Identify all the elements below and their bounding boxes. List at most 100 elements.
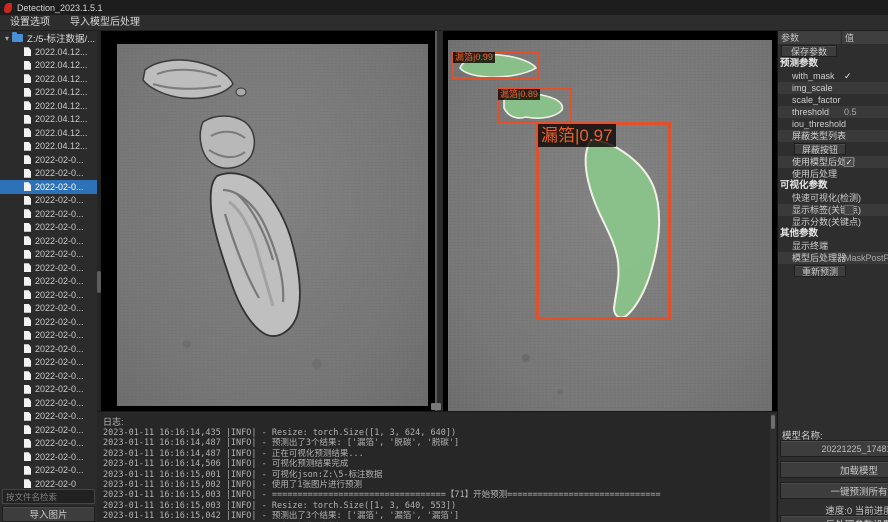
menu-import-model-postprocess[interactable]: 导入模型后处理 — [60, 15, 150, 31]
tree-item[interactable]: 2022-02-0... — [0, 288, 97, 302]
param-button-row: 屏蔽按钮 — [778, 142, 888, 156]
tree-item[interactable]: 2022-02-0... — [0, 437, 97, 451]
file-icon — [24, 385, 31, 394]
tree-item[interactable]: 2022.04.12... — [0, 140, 97, 154]
import-image-button[interactable]: 导入图片 — [2, 506, 95, 522]
tree-item[interactable]: 2022-02-0... — [0, 329, 97, 343]
model-name-field[interactable]: 20221225_174813 — [780, 440, 888, 457]
file-icon — [24, 250, 31, 259]
log-line: 2023-01-11 16:16:14,435 |INFO| - Resize:… — [103, 428, 767, 438]
param-section-header: 预测参数 — [778, 58, 888, 70]
tree-item[interactable]: 2022-02-0... — [0, 275, 97, 289]
tree-item-label: 2022-02-0... — [35, 182, 84, 192]
tree-item[interactable]: 2022-02-0... — [0, 153, 97, 167]
tree-item[interactable]: 2022-02-0... — [0, 383, 97, 397]
search-input[interactable] — [2, 489, 95, 504]
file-icon — [24, 304, 31, 313]
param-row[interactable]: 使用后处理 — [778, 168, 888, 180]
tree-item-label: 2022-02-0... — [35, 155, 84, 165]
param-button[interactable]: 重新预测 — [794, 265, 846, 277]
tree-item[interactable]: 2022-02-0... — [0, 396, 97, 410]
log-line: 2023-01-11 16:16:15,003 |INFO| - Resize:… — [103, 501, 767, 511]
param-row[interactable]: scale_factor — [778, 94, 888, 106]
file-icon — [24, 88, 31, 97]
title-bar: Detection_2023.1.5.1 — [0, 0, 888, 15]
param-row[interactable]: img_scale — [778, 82, 888, 94]
log-line: 2023-01-11 16:16:15,003 |INFO| - =======… — [103, 490, 767, 500]
param-value: 0.5 — [844, 106, 888, 118]
tree-item[interactable]: 2022-02-0... — [0, 302, 97, 316]
tree-item-label: 2022.04.12... — [35, 101, 88, 111]
checkbox-checked[interactable]: ✓ — [844, 157, 854, 167]
tree-item[interactable]: 2022-02-0 — [0, 477, 97, 489]
log-line: 2023-01-11 16:16:15,002 |INFO| - 使用了1张图片… — [103, 480, 767, 490]
param-button[interactable]: 屏蔽按钮 — [794, 143, 846, 155]
chevron-down-icon[interactable]: ▾ — [5, 34, 9, 43]
tree-item-label: 2022-02-0... — [35, 411, 84, 421]
tree-item[interactable]: 2022-02-0... — [0, 410, 97, 424]
folder-icon — [12, 34, 23, 42]
param-row[interactable]: with_mask✓ — [778, 70, 888, 82]
tree-root-folder[interactable]: ▾ Z:/5-标注数据/... — [0, 31, 97, 45]
param-button-row: 重新预测 — [778, 264, 888, 278]
param-row[interactable]: 屏蔽类型列表 — [778, 130, 888, 142]
postprocess-settings-button[interactable]: 后处理参数设置 — [780, 515, 888, 522]
tree-item-label: 2022.04.12... — [35, 47, 88, 57]
tree-item[interactable]: 2022-02-0... — [0, 315, 97, 329]
tree-item-label: 2022-02-0... — [35, 168, 84, 178]
param-section-header: 其他参数 — [778, 228, 888, 240]
tree-item-label: 2022-02-0... — [35, 276, 84, 286]
tree-item[interactable]: 2022.04.12... — [0, 59, 97, 73]
tree-item[interactable]: 2022-02-0... — [0, 342, 97, 356]
tree-item[interactable]: 2022-02-0... — [0, 194, 97, 208]
save-params-button[interactable]: 保存参数 — [781, 45, 837, 57]
param-label: 显示分数(关键点) — [792, 216, 861, 228]
checkbox-empty[interactable] — [844, 205, 854, 215]
log-scrollbar-handle[interactable] — [771, 415, 775, 429]
param-row[interactable]: iou_threshold — [778, 118, 888, 130]
param-row[interactable]: 使用模型后处理✓ — [778, 156, 888, 168]
param-row[interactable]: 快速可视化(检测) — [778, 192, 888, 204]
tree-item[interactable]: 2022-02-0... — [0, 356, 97, 370]
tree-item[interactable]: 2022.04.12... — [0, 113, 97, 127]
tree-item[interactable]: 2022-02-0... — [0, 221, 97, 235]
tree-item[interactable]: 2022-02-0... — [0, 234, 97, 248]
viewer-splitter-handle[interactable] — [431, 403, 441, 410]
tree-item[interactable]: 2022-02-0... — [0, 464, 97, 478]
param-row[interactable]: 显示分数(关键点) — [778, 216, 888, 228]
tree-item[interactable]: 2022-02-0... — [0, 207, 97, 221]
predict-all-button[interactable]: 一键预测所有 — [780, 482, 888, 499]
tree-root-label: Z:/5-标注数据/... — [27, 31, 95, 45]
tree-item[interactable]: 2022-02-0... — [0, 167, 97, 181]
tree-item[interactable]: 2022.04.12... — [0, 99, 97, 113]
tree-item[interactable]: 2022.04.12... — [0, 86, 97, 100]
viewer-splitter[interactable] — [435, 31, 437, 411]
detection-label: 漏箔|0.97 — [538, 124, 616, 147]
tree-item[interactable]: 2022.04.12... — [0, 45, 97, 59]
tree-item-label: 2022-02-0 — [35, 479, 76, 489]
detection-box: 漏箔|0.97 — [536, 122, 671, 320]
tree-item[interactable]: 2022-02-0... — [0, 423, 97, 437]
log-area[interactable]: 日志: 2023-01-11 16:16:14,435 |INFO| - Res… — [97, 411, 777, 522]
file-icon — [24, 479, 31, 488]
tree-item[interactable]: 2022-02-0... — [0, 450, 97, 464]
menu-settings[interactable]: 设置选项 — [0, 15, 60, 31]
file-icon — [24, 115, 31, 124]
param-row[interactable]: 显示终端 — [778, 240, 888, 252]
tree-item[interactable]: 2022-02-0... — [0, 369, 97, 383]
tree-item[interactable]: 2022.04.12... — [0, 126, 97, 140]
load-model-button[interactable]: 加载模型 — [780, 461, 888, 478]
check-icon[interactable]: ✓ — [844, 71, 852, 81]
tree-item[interactable]: 2022-02-0... — [0, 261, 97, 275]
tree-item[interactable]: 2022-02-0... — [0, 180, 97, 194]
tree-item[interactable]: 2022-02-0... — [0, 248, 97, 262]
tree-item-label: 2022-02-0... — [35, 465, 84, 475]
param-row[interactable]: 显示标签(关键点) — [778, 204, 888, 216]
param-row[interactable]: threshold0.5 — [778, 106, 888, 118]
file-icon — [24, 290, 31, 299]
param-row[interactable]: 模型后处理器MaskPostPro — [778, 252, 888, 264]
tree-item[interactable]: 2022.04.12... — [0, 72, 97, 86]
tree-item-label: 2022-02-0... — [35, 222, 84, 232]
app-icon — [4, 3, 12, 13]
tree-item-label: 2022.04.12... — [35, 74, 88, 84]
